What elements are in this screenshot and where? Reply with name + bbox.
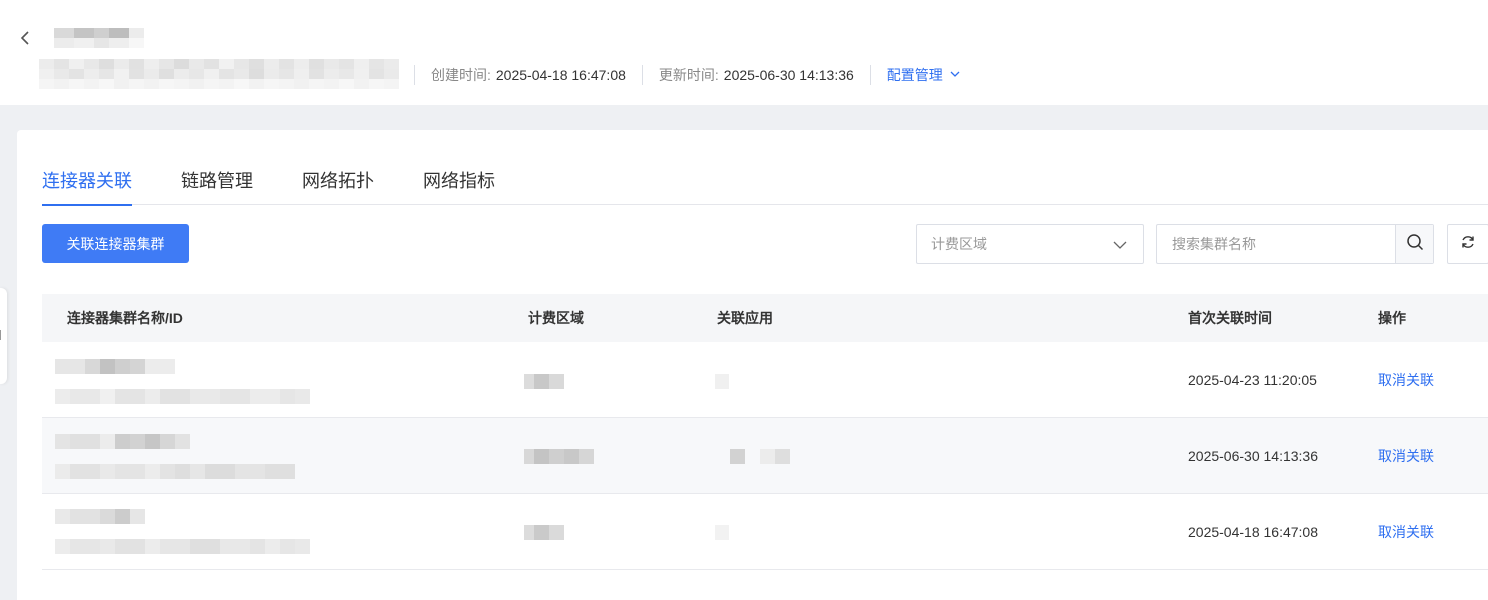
redacted-cluster-name — [55, 434, 295, 479]
redacted-billing-region — [524, 374, 564, 389]
search-icon — [1406, 233, 1424, 256]
column-header-billing-region: 计费区域 — [528, 310, 584, 326]
tab-bar: 连接器关联 链路管理 网络拓扑 网络指标 — [42, 162, 1488, 206]
tab-network-metrics[interactable]: 网络指标 — [423, 162, 495, 205]
associate-connector-cluster-button[interactable]: 关联连接器集群 — [42, 224, 189, 263]
column-header-cluster-name-id: 连接器集群名称/ID — [67, 310, 183, 326]
unlink-button[interactable]: 取消关联 — [1378, 370, 1434, 390]
created-value: 2025-04-18 16:47:08 — [495, 67, 626, 83]
updated-value: 2025-06-30 14:13:36 — [723, 67, 854, 83]
tab-connector-association[interactable]: 连接器关联 — [42, 162, 132, 206]
page-header: 创建时间: 2025-04-18 16:47:08 更新时间: 2025-06-… — [0, 0, 1488, 105]
chevron-down-icon — [949, 67, 961, 83]
refresh-button[interactable] — [1447, 224, 1488, 264]
divider — [869, 65, 871, 85]
redacted-billing-region — [524, 449, 594, 464]
redacted-linked-app — [730, 449, 790, 464]
redacted-cluster-name — [55, 359, 310, 404]
billing-region-select[interactable]: 计费区域 — [916, 224, 1144, 264]
unlink-button[interactable]: 取消关联 — [1378, 446, 1434, 466]
sidebar-collapse-handle[interactable] — [0, 288, 7, 384]
divider — [641, 65, 643, 85]
config-management-dropdown[interactable]: 配置管理 — [887, 65, 961, 85]
collapse-chevron-icon — [0, 330, 4, 340]
tab-link-management[interactable]: 链路管理 — [181, 162, 253, 205]
resource-meta: 创建时间: 2025-04-18 16:47:08 更新时间: 2025-06-… — [398, 64, 961, 86]
table-row: 2025-04-18 16:47:08 取消关联 — [42, 494, 1488, 570]
column-header-first-linked-time: 首次关联时间 — [1188, 310, 1272, 326]
main-card: 连接器关联 链路管理 网络拓扑 网络指标 关联连接器集群 计费区域 连接器集群名… — [17, 130, 1488, 600]
redacted-cluster-name — [55, 509, 310, 554]
first-linked-time: 2025-06-30 14:13:36 — [1188, 447, 1318, 464]
column-header-actions: 操作 — [1378, 310, 1406, 326]
redacted-resource-name — [54, 28, 144, 48]
redacted-linked-app — [715, 374, 729, 389]
search-button[interactable] — [1395, 225, 1433, 263]
cluster-search — [1156, 224, 1434, 264]
table-header: 连接器集群名称/ID 计费区域 关联应用 首次关联时间 操作 — [42, 294, 1488, 342]
refresh-icon — [1460, 234, 1476, 255]
updated-label: 更新时间: — [658, 67, 719, 83]
redacted-linked-app — [715, 525, 729, 540]
table-row: 2025-06-30 14:13:36 取消关联 — [42, 418, 1488, 494]
billing-region-placeholder: 计费区域 — [931, 236, 987, 252]
first-linked-time: 2025-04-18 16:47:08 — [1188, 523, 1318, 540]
connector-cluster-table: 连接器集群名称/ID 计费区域 关联应用 首次关联时间 操作 2025-04-2… — [42, 294, 1488, 570]
table-row: 2025-04-23 11:20:05 取消关联 — [42, 342, 1488, 418]
unlink-button[interactable]: 取消关联 — [1378, 522, 1434, 542]
redacted-resource-id — [39, 59, 399, 89]
cluster-search-input[interactable] — [1157, 225, 1395, 263]
column-header-linked-apps: 关联应用 — [717, 310, 773, 326]
first-linked-time: 2025-04-23 11:20:05 — [1188, 371, 1317, 388]
redacted-billing-region — [524, 525, 564, 540]
tab-network-topology[interactable]: 网络拓扑 — [302, 162, 374, 205]
created-label: 创建时间: — [431, 67, 491, 83]
chevron-down-icon — [1113, 238, 1127, 250]
config-management-label: 配置管理 — [886, 67, 943, 83]
back-arrow-icon[interactable] — [16, 28, 36, 48]
divider — [414, 65, 415, 85]
